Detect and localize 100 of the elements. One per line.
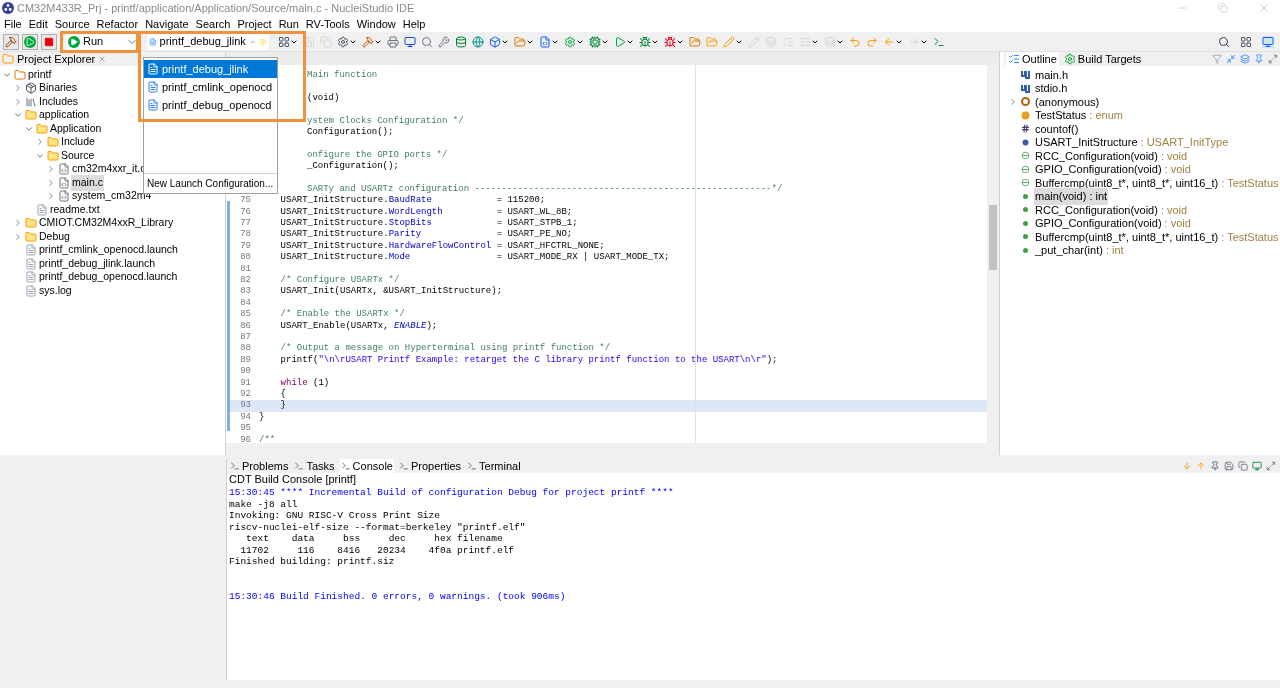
code-line: ystem Clocks Configuration */ [307, 115, 464, 127]
file-icon [25, 244, 37, 257]
tree-item[interactable]: main.c [71, 174, 104, 191]
panel-tab[interactable]: Tasks [293, 459, 336, 473]
maximize-icon[interactable] [1268, 54, 1278, 64]
line-number: 92 [239, 388, 252, 401]
source-file-icon [58, 176, 70, 189]
filter-icon[interactable] [1212, 54, 1222, 64]
console-line: 15:30:45 **** Incremental Build of configuration Debug for project printf **** [229, 487, 674, 499]
arrow-right-icon [908, 35, 920, 48]
bug-icon [664, 35, 676, 48]
console-line: 11702 116 8416 20234 4f0a printf.elf [239, 544, 515, 556]
panel-tab[interactable]: Console [339, 459, 394, 473]
stop-button[interactable] [41, 33, 57, 50]
code-line: Configuration(); [307, 126, 394, 139]
search-icon[interactable] [1218, 35, 1230, 48]
code-line: { [279, 388, 286, 400]
toolbar-button[interactable] [454, 33, 468, 50]
folder-icon [36, 122, 48, 135]
panel-tab[interactable]: Properties [397, 459, 463, 473]
folder-icon [689, 35, 701, 48]
collapse-icon[interactable] [1226, 54, 1236, 64]
menu-item[interactable]: Run [278, 15, 299, 33]
pin-icon[interactable] [1210, 461, 1220, 471]
close-icon[interactable] [1258, 2, 1270, 14]
library-icon [25, 95, 37, 108]
code-line: SARTy and USARTz configuration -------------------------------------------------------*/ [307, 183, 783, 195]
line-number: 89 [239, 354, 252, 367]
view-icon [340, 461, 351, 471]
menu-item[interactable]: Navigate [145, 15, 189, 33]
file-icon [147, 99, 159, 111]
restore-icon[interactable] [1218, 3, 1228, 13]
window-title: CM32M433R_Prj - printf/application/Application/Source/main.c - NucleiStudio IDE [17, 0, 415, 16]
outline-item[interactable]: main(void) : int [1034, 188, 1109, 205]
struct-icon [1020, 97, 1030, 107]
line-number: 84 [239, 297, 252, 310]
line-number: 77 [239, 218, 252, 230]
printer-icon [387, 35, 399, 48]
horizontal-scrollbar[interactable] [226, 443, 999, 455]
launch-button[interactable] [22, 33, 38, 50]
include-icon [1020, 83, 1030, 93]
vertical-scrollbar[interactable] [987, 65, 999, 443]
gear-icon [564, 35, 576, 48]
run-icon [614, 35, 626, 48]
menu-item[interactable]: Project [237, 15, 272, 33]
panel-tab[interactable]: Build Targets [1061, 52, 1144, 66]
toolbar-button[interactable] [437, 33, 451, 50]
toolbar-button[interactable] [471, 33, 485, 50]
toolbar-button[interactable] [588, 33, 610, 50]
file-icon [147, 63, 159, 75]
declaration-icon [1020, 151, 1030, 161]
menu-item[interactable]: Edit [28, 15, 48, 33]
arrow-up-icon[interactable] [1196, 461, 1206, 471]
menu-item[interactable]: Window [356, 15, 396, 33]
toolbar-button[interactable] [488, 33, 510, 50]
menu-item[interactable]: Help [402, 15, 426, 33]
launch-menu-item[interactable]: printf_cmlink_openocd [144, 78, 277, 96]
code-line: USART_InitStructure.BaudRate = 115200; [279, 195, 546, 207]
panel-tab[interactable]: Terminal [466, 459, 522, 473]
line-number: 86 [239, 320, 252, 332]
panel-tab[interactable]: Outline [1006, 52, 1059, 66]
arrow-down-icon[interactable] [1182, 461, 1192, 471]
tree-item[interactable]: printf [27, 66, 53, 83]
panel-tab[interactable]: Problems [229, 459, 290, 473]
menu-item[interactable]: File [4, 15, 22, 33]
toolbar-button[interactable] [386, 33, 400, 50]
code-line: USART_InitStructure.StopBits = USART_STPB_1; [279, 218, 578, 229]
save-icon[interactable] [1224, 461, 1234, 471]
arrow-left-icon [883, 35, 895, 48]
include-icon [1020, 70, 1030, 80]
line-number: 95 [239, 423, 252, 435]
view-icon [294, 461, 305, 471]
outline-item[interactable]: _put_char(int) : int [1034, 242, 1125, 259]
menu-item[interactable]: Source [54, 15, 90, 33]
line-number: 85 [239, 309, 252, 321]
outline-icon [1008, 53, 1020, 65]
menu-item[interactable]: RV-Tools [305, 15, 350, 33]
menu-item[interactable]: Refactor [96, 15, 139, 33]
toolbar-button[interactable] [538, 33, 560, 50]
line-number: 82 [239, 275, 252, 287]
outline-item[interactable]: main.h [1034, 66, 1070, 83]
console-line: make -j8 all [229, 498, 298, 510]
menu-item[interactable]: Search [195, 15, 231, 33]
pin-icon[interactable] [1254, 54, 1264, 64]
copy-icon[interactable] [1238, 461, 1248, 471]
play-icon [68, 35, 80, 48]
launch-menu-item[interactable]: printf_debug_openocd [144, 96, 277, 114]
launch-menu-item[interactable]: printf_debug_jlink [144, 60, 277, 78]
monitor-icon[interactable] [1262, 35, 1274, 48]
file-icon [149, 35, 157, 48]
maximize-icon[interactable] [1266, 461, 1276, 471]
line-number: 88 [239, 343, 252, 355]
layers-icon [824, 35, 836, 48]
code-line: _Configuration(); [307, 161, 399, 173]
launch-menu-item[interactable]: New Launch Configuration... [147, 176, 274, 191]
globe-icon [472, 35, 484, 48]
display-icon[interactable] [1252, 461, 1262, 471]
close-icon[interactable] [98, 55, 107, 63]
play-icon [24, 35, 36, 48]
build-button[interactable] [3, 33, 19, 50]
